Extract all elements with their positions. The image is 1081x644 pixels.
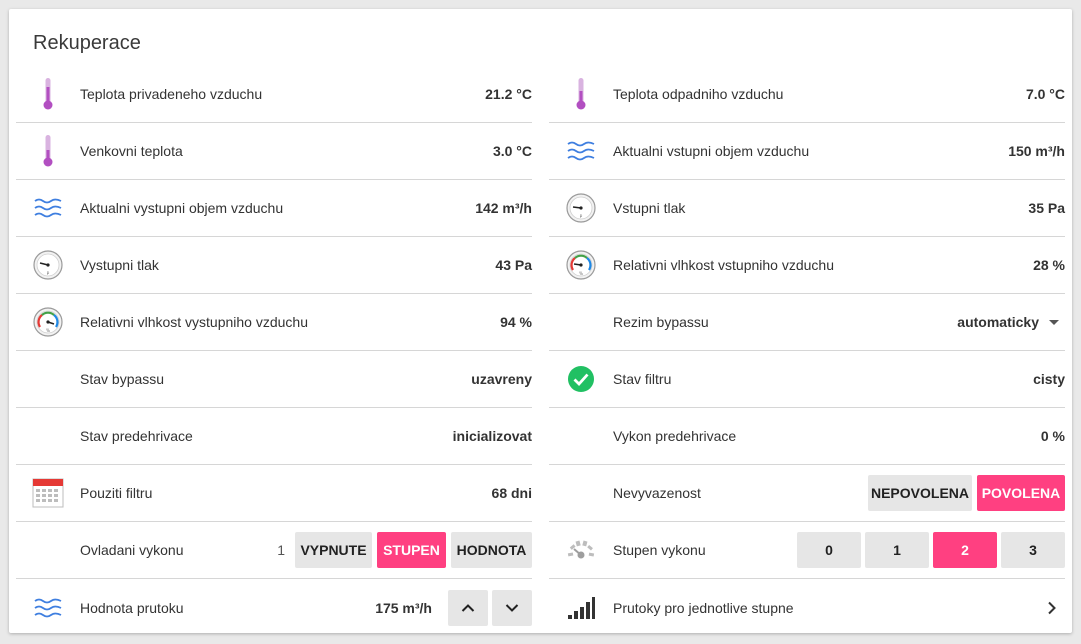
- row-value: 3.0 °C: [492, 143, 532, 159]
- flows-per-level-link[interactable]: Prutoky pro jednotlive stupne: [549, 579, 1065, 636]
- nepovolena-button[interactable]: NEPOVOLENA: [868, 475, 972, 511]
- row-value: inicializovat: [452, 428, 532, 444]
- signal-bars-icon: [549, 579, 613, 636]
- row-value: cisty: [1033, 371, 1065, 387]
- humidity-gauge-icon: %: [16, 294, 80, 351]
- svg-text:p: p: [580, 213, 583, 218]
- row-label: Relativni vlhkost vstupniho vzduchu: [613, 257, 835, 273]
- row-value: 21.2 °C: [485, 86, 532, 102]
- imbalance-row: Nevyvazenost NEPOVOLENA POVOLENA: [549, 465, 1065, 522]
- exhaust-humidity-row[interactable]: % Relativni vlhkost vystupniho vzduchu 9…: [16, 294, 532, 351]
- preheater-power-row[interactable]: Vykon predehrivace 0 %: [549, 408, 1065, 465]
- power-level-row: Stupen vykonu 0 1 2 3: [549, 522, 1065, 579]
- outdoor-temperature-row[interactable]: Venkovni teplota 3.0 °C: [16, 123, 532, 180]
- level-2-button[interactable]: 2: [933, 532, 997, 568]
- bypass-mode-select[interactable]: automaticky: [957, 314, 1065, 330]
- power-control-value: 1: [277, 542, 285, 558]
- row-label: Relativni vlhkost vystupniho vzduchu: [80, 314, 309, 330]
- humidity-gauge-icon: %: [549, 237, 613, 294]
- dropdown-arrow-icon: [1049, 319, 1059, 325]
- row-value: 94 %: [500, 314, 532, 330]
- row-value: 68 dni: [491, 485, 532, 501]
- row-value: 35 Pa: [1028, 200, 1065, 216]
- chevron-down-icon: [505, 600, 519, 616]
- increase-button[interactable]: [448, 589, 488, 626]
- intake-pressure-row[interactable]: p Vstupni tlak 35 Pa: [549, 180, 1065, 237]
- power-control-row: Ovladani vykonu 1 VYPNUTE STUPEN HODNOTA: [16, 522, 532, 579]
- bypass-state-row[interactable]: Stav bypassu uzavreny: [16, 351, 532, 408]
- flow-value-row: Hodnota prutoku 175 m³/h: [16, 579, 532, 636]
- bypass-mode-value: automaticky: [957, 314, 1039, 330]
- chevron-up-icon: [461, 600, 475, 616]
- row-label: Stupen vykonu: [613, 542, 706, 558]
- row-label: Venkovni teplota: [80, 143, 183, 159]
- intake-humidity-row[interactable]: % Relativni vlhkost vstupniho vzduchu 28…: [549, 237, 1065, 294]
- row-label: Hodnota prutoku: [80, 599, 184, 616]
- row-label: Nevyvazenost: [613, 485, 701, 501]
- check-circle-icon: [549, 351, 613, 408]
- vypnute-button[interactable]: VYPNUTE: [295, 532, 372, 568]
- row-label: Ovladani vykonu: [80, 542, 184, 558]
- decrease-button[interactable]: [492, 589, 532, 626]
- pressure-gauge-icon: p: [549, 180, 613, 237]
- chevron-right-icon: [1047, 601, 1057, 615]
- exhaust-air-volume-row[interactable]: Aktualni vystupni objem vzduchu 142 m³/h: [16, 180, 532, 237]
- preheater-state-row[interactable]: Stav predehrivace inicializovat: [16, 408, 532, 465]
- level-0-button[interactable]: 0: [797, 532, 861, 568]
- bypass-mode-row: Rezim bypassu automaticky: [549, 294, 1065, 351]
- svg-text:%: %: [579, 271, 583, 276]
- speed-gauge-icon: [549, 522, 613, 579]
- row-label: Rezim bypassu: [613, 314, 709, 330]
- row-label: Vystupni tlak: [80, 257, 159, 273]
- filter-state-row[interactable]: Stav filtru cisty: [549, 351, 1065, 408]
- filter-usage-row[interactable]: Pouziti filtru 68 dni: [16, 465, 532, 522]
- row-label: Vstupni tlak: [613, 200, 686, 216]
- level-3-button[interactable]: 3: [1001, 532, 1065, 568]
- airflow-waves-icon: [16, 180, 80, 237]
- calendar-icon: [16, 465, 80, 522]
- row-label: Stav filtru: [613, 371, 672, 387]
- airflow-waves-icon: [16, 579, 80, 636]
- row-value: 43 Pa: [495, 257, 532, 273]
- thermometer-icon: [16, 123, 80, 180]
- flow-value: 175 m³/h: [375, 599, 432, 616]
- rekuperace-card: Rekuperace Teplota privadeneho vzduchu 2…: [9, 9, 1072, 633]
- row-value: 0 %: [1040, 428, 1065, 444]
- povolena-button[interactable]: POVOLENA: [977, 475, 1065, 511]
- row-value: uzavreny: [471, 371, 532, 387]
- row-value: 28 %: [1033, 257, 1065, 273]
- level-1-button[interactable]: 1: [865, 532, 929, 568]
- hodnota-button[interactable]: HODNOTA: [451, 532, 532, 568]
- row-value: 150 m³/h: [1008, 143, 1065, 159]
- right-column: Teplota odpadniho vzduchu 7.0 °C Aktualn…: [549, 66, 1065, 636]
- row-label: Teplota odpadniho vzduchu: [613, 86, 784, 102]
- row-label: Aktualni vystupni objem vzduchu: [80, 200, 284, 216]
- svg-text:p: p: [47, 270, 50, 275]
- row-label: Teplota privadeneho vzduchu: [80, 86, 263, 102]
- stupen-button[interactable]: STUPEN: [377, 532, 446, 568]
- waste-air-temperature-row[interactable]: Teplota odpadniho vzduchu 7.0 °C: [549, 66, 1065, 123]
- intake-air-volume-row[interactable]: Aktualni vstupni objem vzduchu 150 m³/h: [549, 123, 1065, 180]
- row-value: 142 m³/h: [475, 200, 532, 216]
- pressure-gauge-icon: p: [16, 237, 80, 294]
- row-value: 7.0 °C: [1025, 86, 1065, 102]
- left-column: Teplota privadeneho vzduchu 21.2 °C Venk…: [16, 66, 532, 636]
- row-label: Prutoky pro jednotlive stupne: [613, 599, 794, 616]
- thermometer-icon: [16, 66, 80, 123]
- row-label: Aktualni vstupni objem vzduchu: [613, 143, 810, 159]
- row-label: Vykon predehrivace: [613, 428, 737, 444]
- thermometer-icon: [549, 66, 613, 123]
- row-label: Pouziti filtru: [80, 485, 153, 501]
- supply-air-temperature-row[interactable]: Teplota privadeneho vzduchu 21.2 °C: [16, 66, 532, 123]
- row-label: Stav bypassu: [80, 371, 165, 387]
- card-title: Rekuperace: [33, 32, 141, 54]
- row-label: Stav predehrivace: [80, 428, 193, 444]
- airflow-waves-icon: [549, 123, 613, 180]
- exhaust-pressure-row[interactable]: p Vystupni tlak 43 Pa: [16, 237, 532, 294]
- svg-text:%: %: [46, 328, 50, 333]
